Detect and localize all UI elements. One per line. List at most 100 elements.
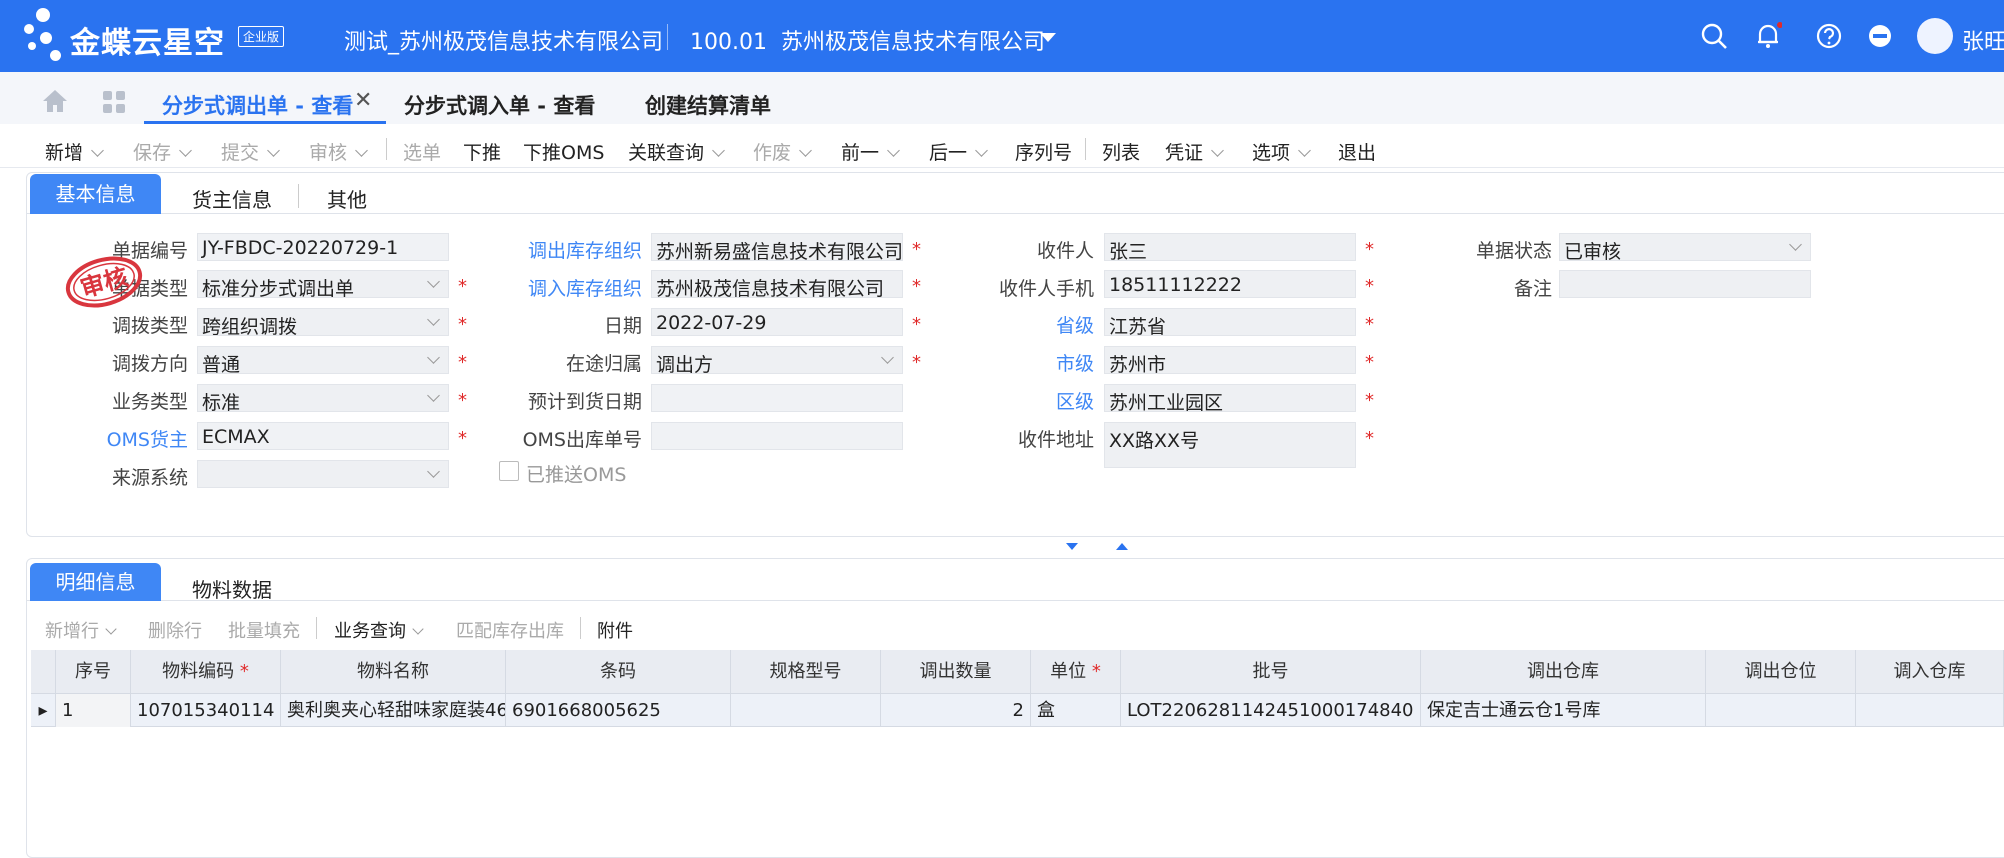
- audit-button[interactable]: 审核: [309, 138, 368, 165]
- in-warehouse-cell[interactable]: [1856, 694, 2004, 727]
- submit-button[interactable]: 提交: [221, 138, 280, 165]
- chevron-down-icon: [1789, 238, 1802, 251]
- pushed-oms-checkbox[interactable]: [499, 461, 519, 481]
- select-bill-button[interactable]: 选单: [403, 138, 441, 165]
- phone-field[interactable]: 18511112222: [1104, 270, 1356, 298]
- in-org-field[interactable]: 苏州极茂信息技术有限公司: [651, 270, 903, 298]
- delete-row-button[interactable]: 删除行: [148, 617, 202, 643]
- date-field[interactable]: 2022-07-29: [651, 308, 903, 336]
- tab-basic-info[interactable]: 基本信息: [30, 174, 161, 214]
- org-switcher[interactable]: 100.01 苏州极茂信息技术有限公司: [690, 24, 1045, 56]
- bell-icon[interactable]: [1754, 22, 1782, 50]
- barcode-cell[interactable]: 6901668005625: [506, 694, 731, 727]
- remark-field[interactable]: [1559, 270, 1811, 298]
- org-name[interactable]: 测试_苏州极茂信息技术有限公司: [344, 24, 663, 56]
- tab-transfer-out-view[interactable]: 分步式调出单 - 查看: [162, 90, 353, 120]
- out-org-label[interactable]: 调出库存组织: [480, 236, 642, 263]
- new-button[interactable]: 新增: [45, 138, 104, 165]
- options-button[interactable]: 选项: [1252, 138, 1311, 165]
- district-label[interactable]: 区级: [960, 387, 1094, 414]
- required-mark: *: [458, 390, 467, 411]
- city-field[interactable]: 苏州市: [1104, 346, 1356, 374]
- next-button[interactable]: 后一: [929, 138, 988, 165]
- home-icon[interactable]: [42, 89, 68, 113]
- transfer-direction-select[interactable]: 普通: [197, 346, 449, 374]
- column-header[interactable]: 调出仓库: [1421, 650, 1706, 694]
- unit-cell[interactable]: 盒: [1031, 694, 1121, 727]
- column-header[interactable]: 规格型号: [731, 650, 881, 694]
- tab-material-data[interactable]: 物料数据: [192, 574, 272, 603]
- province-label[interactable]: 省级: [960, 311, 1094, 338]
- match-stock-button[interactable]: 匹配库存出库: [456, 617, 564, 643]
- list-button[interactable]: 列表: [1102, 138, 1140, 165]
- batch-fill-button[interactable]: 批量填充: [228, 617, 300, 643]
- related-query-button[interactable]: 关联查询: [628, 138, 725, 165]
- tab-create-settlement[interactable]: 创建结算清单: [645, 90, 771, 120]
- qty-cell[interactable]: 2: [881, 694, 1031, 727]
- oms-owner-label[interactable]: OMS货主: [80, 425, 188, 452]
- push-down-button[interactable]: 下推: [463, 138, 501, 165]
- lot-cell[interactable]: LOT22062811424510001748​40: [1121, 694, 1421, 727]
- tab-divider: [298, 184, 299, 208]
- push-oms-button[interactable]: 下推OMS: [523, 138, 604, 165]
- material-name-cell[interactable]: 奥利奥夹心轻甜味家庭装46: [281, 694, 506, 727]
- add-row-button[interactable]: 新增行: [45, 617, 117, 643]
- doc-type-select[interactable]: 标准分步式调出单: [197, 270, 449, 298]
- tab-owner-info[interactable]: 货主信息: [192, 184, 272, 213]
- district-field[interactable]: 苏州工业园区: [1104, 384, 1356, 412]
- tab-transfer-in-view[interactable]: 分步式调入单 - 查看: [404, 90, 595, 120]
- void-button[interactable]: 作废: [753, 138, 812, 165]
- oms-out-no-field[interactable]: [651, 422, 903, 450]
- expected-date-field[interactable]: [651, 384, 903, 412]
- save-button[interactable]: 保存: [133, 138, 192, 165]
- column-header[interactable]: 条码: [506, 650, 731, 694]
- search-icon[interactable]: [1700, 22, 1728, 50]
- out-org-field[interactable]: 苏州新易盛信息技术有限公司: [651, 233, 903, 261]
- serial-number-button[interactable]: 序列号: [1015, 138, 1072, 165]
- in-org-label[interactable]: 调入库存组织: [480, 274, 642, 301]
- transfer-type-select[interactable]: 跨组织调拨: [197, 308, 449, 336]
- address-field[interactable]: XX路XX号: [1104, 422, 1356, 468]
- column-header[interactable]: 调出数量: [881, 650, 1031, 694]
- minus-circle-icon[interactable]: [1866, 22, 1894, 50]
- column-header[interactable]: 物料名称: [281, 650, 506, 694]
- apps-grid-icon[interactable]: [102, 90, 126, 114]
- avatar[interactable]: [1917, 18, 1953, 54]
- org-divider: [667, 24, 668, 50]
- tab-detail-info[interactable]: 明细信息: [30, 563, 161, 601]
- collapse-up-icon[interactable]: [1116, 543, 1128, 550]
- recipient-field[interactable]: 张三: [1104, 233, 1356, 261]
- biz-query-button[interactable]: 业务查询: [334, 617, 424, 643]
- table-row[interactable]: ▸ 1 107015340114 奥利奥夹心轻甜味家庭装46 690166800…: [31, 694, 2004, 727]
- column-header[interactable]: 序号: [56, 650, 131, 694]
- doc-status-select[interactable]: 已审核: [1559, 233, 1811, 261]
- voucher-button[interactable]: 凭证: [1165, 138, 1224, 165]
- city-label[interactable]: 市级: [960, 349, 1094, 376]
- out-warehouse-cell[interactable]: 保定吉士通云仓1号库: [1421, 694, 1706, 727]
- tab-other[interactable]: 其他: [327, 184, 367, 213]
- user-name[interactable]: 张旺: [1962, 24, 2004, 56]
- org-dropdown-icon[interactable]: [1040, 33, 1056, 42]
- column-header[interactable]: 调入仓库: [1856, 650, 2004, 694]
- transit-owner-select[interactable]: 调出方: [651, 346, 903, 374]
- chevron-down-icon: [887, 144, 900, 157]
- column-header[interactable]: 调出仓位: [1706, 650, 1856, 694]
- column-header[interactable]: 物料编码 *: [131, 650, 281, 694]
- source-system-select[interactable]: [197, 460, 449, 488]
- biz-type-select[interactable]: 标准: [197, 384, 449, 412]
- seq-cell[interactable]: 1: [56, 694, 131, 727]
- exit-button[interactable]: 退出: [1338, 138, 1376, 165]
- spec-cell[interactable]: [731, 694, 881, 727]
- attachment-button[interactable]: 附件: [597, 617, 633, 643]
- column-header[interactable]: 单位 *: [1031, 650, 1121, 694]
- collapse-down-icon[interactable]: [1066, 543, 1078, 550]
- doc-no-field[interactable]: JY-FBDC-20220729-1: [197, 233, 449, 261]
- province-field[interactable]: 江苏省: [1104, 308, 1356, 336]
- material-code-cell[interactable]: 107015340114: [131, 694, 281, 727]
- column-header[interactable]: 批号: [1121, 650, 1421, 694]
- out-location-cell[interactable]: [1706, 694, 1856, 727]
- prev-button[interactable]: 前一: [841, 138, 900, 165]
- help-icon[interactable]: [1815, 22, 1843, 50]
- oms-owner-field[interactable]: ECMAX: [197, 422, 449, 450]
- close-tab-icon[interactable]: ✕: [354, 88, 372, 113]
